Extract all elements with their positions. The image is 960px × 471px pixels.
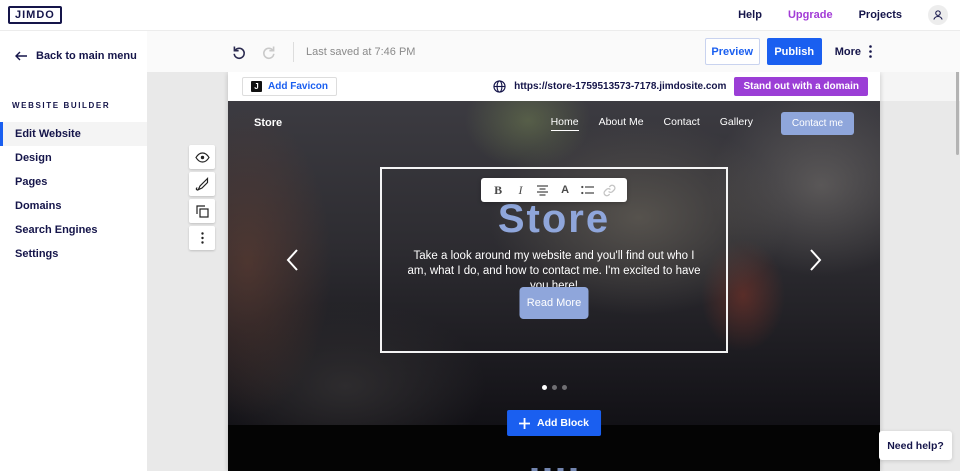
- eye-icon: [195, 152, 210, 163]
- sidebar-item-settings[interactable]: Settings: [0, 242, 147, 266]
- sidebar-item-pages[interactable]: Pages: [0, 170, 147, 194]
- align-center-icon: [536, 185, 549, 196]
- sidebar: Back to main menu WEBSITE BUILDER Edit W…: [0, 31, 147, 471]
- site-url: https://store-1759513573-7178.jimdosite.…: [514, 81, 726, 92]
- need-help-button[interactable]: Need help?: [879, 431, 952, 460]
- more-button[interactable]: More: [835, 45, 872, 58]
- toolbar-actions: Preview Publish More: [705, 38, 872, 65]
- back-arrow-icon: [15, 51, 28, 61]
- site-brand[interactable]: Store: [254, 117, 282, 129]
- favicon-placeholder-icon: J: [251, 81, 262, 92]
- duplicate-block-button[interactable]: [189, 199, 215, 223]
- bullet-list-icon: [581, 185, 594, 195]
- block-more-button[interactable]: [189, 226, 215, 250]
- publish-button[interactable]: Publish: [767, 38, 822, 65]
- sidebar-item-domains[interactable]: Domains: [0, 194, 147, 218]
- list-button[interactable]: [578, 181, 596, 199]
- add-favicon-button[interactable]: J Add Favicon: [242, 77, 337, 96]
- style-block-button[interactable]: [189, 172, 215, 196]
- canvas-right-band: [880, 72, 960, 101]
- editor-toolbar: Last saved at 7:46 PM Preview Publish Mo…: [147, 31, 960, 72]
- preview-button[interactable]: Preview: [705, 38, 760, 65]
- globe-icon: [493, 80, 506, 93]
- more-button-label: More: [835, 46, 861, 58]
- contact-me-button[interactable]: Contact me: [781, 112, 854, 135]
- nav-home[interactable]: Home: [551, 116, 579, 131]
- kebab-menu-icon: [869, 45, 872, 58]
- bold-button[interactable]: B: [489, 181, 507, 199]
- jimdo-editor: JIMDO Help Upgrade Projects Last saved a…: [0, 0, 960, 471]
- dots-vertical-icon: [201, 232, 204, 244]
- toolbar-divider: [293, 42, 294, 62]
- website-preview: J Add Favicon https://store-1759513573-7…: [228, 72, 880, 471]
- projects-link[interactable]: Projects: [859, 9, 902, 21]
- upgrade-link[interactable]: Upgrade: [788, 9, 833, 21]
- align-center-button[interactable]: [534, 181, 552, 199]
- text-format-toolbar: B I A: [481, 178, 627, 202]
- carousel-dot[interactable]: [562, 385, 567, 390]
- domain-upsell-button[interactable]: Stand out with a domain: [734, 77, 868, 96]
- carousel-dot[interactable]: [542, 385, 547, 390]
- chevron-right-icon: [809, 248, 822, 272]
- last-saved-status: Last saved at 7:46 PM: [306, 46, 415, 58]
- chevron-left-icon: [286, 248, 299, 272]
- site-navbar: Store Home About Me Contact Gallery Cont…: [228, 101, 880, 145]
- italic-button[interactable]: I: [511, 181, 529, 199]
- paintbrush-icon: [195, 177, 209, 191]
- sidebar-item-edit-website[interactable]: Edit Website: [0, 122, 147, 146]
- read-more-button[interactable]: Read More: [520, 287, 589, 319]
- undo-icon: [231, 44, 247, 60]
- selected-content-block[interactable]: B I A: [380, 167, 728, 353]
- site-bar-right: https://store-1759513573-7178.jimdosite.…: [493, 77, 880, 96]
- undo-button[interactable]: [229, 42, 249, 62]
- top-header: JIMDO Help Upgrade Projects: [0, 0, 960, 31]
- sidebar-section-title: WEBSITE BUILDER: [12, 101, 147, 110]
- block-toolbar: [189, 145, 215, 250]
- add-favicon-label: Add Favicon: [268, 81, 328, 92]
- redo-button[interactable]: [259, 42, 279, 62]
- add-block-button[interactable]: Add Block: [507, 410, 601, 436]
- carousel-dot[interactable]: [552, 385, 557, 390]
- nav-contact[interactable]: Contact: [664, 116, 700, 130]
- carousel-prev-button[interactable]: [286, 248, 299, 272]
- carousel-next-button[interactable]: [809, 248, 822, 272]
- header-links: Help Upgrade Projects: [738, 5, 960, 25]
- redo-icon: [261, 44, 277, 60]
- help-link[interactable]: Help: [738, 9, 762, 21]
- link-button[interactable]: [601, 181, 619, 199]
- copy-icon: [196, 205, 209, 218]
- nav-about-me[interactable]: About Me: [599, 116, 644, 130]
- back-to-main-menu-label: Back to main menu: [36, 50, 137, 62]
- sidebar-item-design[interactable]: Design: [0, 146, 147, 170]
- site-nav-links: Home About Me Contact Gallery Contact me: [551, 112, 854, 135]
- person-icon: [932, 9, 944, 21]
- account-avatar[interactable]: [928, 5, 948, 25]
- font-style-button[interactable]: A: [556, 181, 574, 199]
- link-icon: [603, 184, 616, 197]
- hide-block-button[interactable]: [189, 145, 215, 169]
- site-url-bar: J Add Favicon https://store-1759513573-7…: [228, 72, 880, 101]
- hero-title[interactable]: Store: [382, 197, 726, 242]
- plus-icon: [519, 418, 530, 429]
- jimdo-logo[interactable]: JIMDO: [8, 6, 62, 24]
- sidebar-item-search-engines[interactable]: Search Engines: [0, 218, 147, 242]
- hero-section[interactable]: Store Home About Me Contact Gallery Cont…: [228, 101, 880, 425]
- add-block-label: Add Block: [537, 417, 589, 429]
- nav-gallery[interactable]: Gallery: [720, 116, 753, 130]
- carousel-dots: [228, 385, 880, 390]
- back-to-main-menu[interactable]: Back to main menu: [0, 44, 147, 68]
